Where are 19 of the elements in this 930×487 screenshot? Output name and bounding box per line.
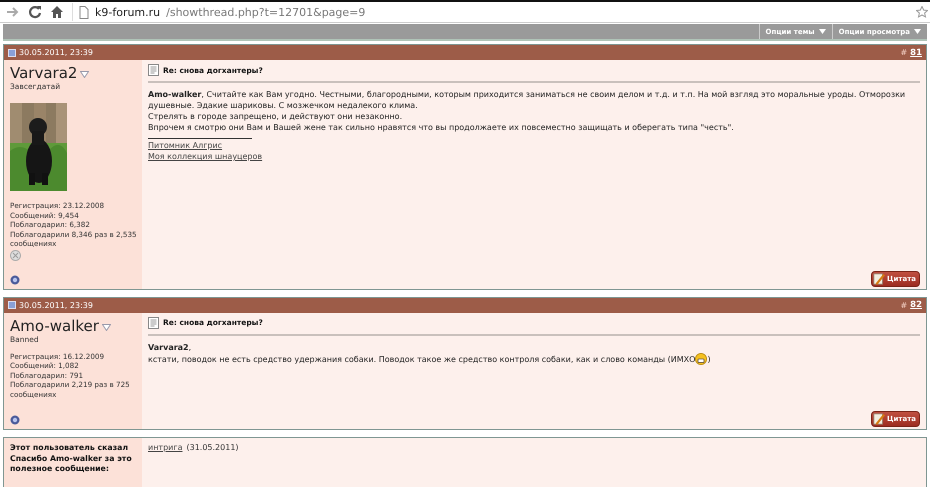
post-date: 30.05.2011, 23:39: [19, 300, 93, 310]
message-text: Стрелять в городе запрещено, и действуют они незаконно.: [148, 111, 404, 122]
username[interactable]: Amo-walker: [10, 316, 99, 334]
thank-date: (31.05.2011): [186, 443, 239, 452]
thanker-link[interactable]: интрига: [148, 443, 182, 452]
signature-link[interactable]: Моя коллекция шнауцеров: [148, 151, 262, 162]
post-number-link[interactable]: 81: [910, 48, 922, 58]
post-number-prefix: #: [900, 48, 908, 57]
message-text: кстати, поводок не есть средство удержания собаки. Поводок такое же средство контроля собаки, как и слово команды (ИМХО: [148, 354, 696, 364]
message-text: Amo-walker, Считайте как Вам угодно. Честными, благородными, которым приходится заниматься не своим делом и т.д. и т.п. На мой взгляд это моральные уроды. Отморозки душевные. Эдакие шариковы. С мозжечком недалекого клима.: [148, 89, 906, 111]
post-number-link[interactable]: 82: [910, 300, 922, 310]
username[interactable]: Varvara2: [10, 64, 78, 82]
message-text: Varvara2,: [148, 342, 192, 352]
signature-link[interactable]: Питомник Алгрис: [148, 140, 222, 151]
message-text: Впрочем я смотрю они Вам и Вашей жене так сильно нравятся что вы продолжаете их повсеместно защищать и оберегать типа "честь".: [148, 122, 735, 133]
message-text: ): [707, 354, 711, 364]
post-date: 30.05.2011, 23:39: [19, 48, 93, 57]
post-number-prefix: #: [900, 300, 908, 310]
address-bar[interactable]: k9-forum.ru /showthread.php?t=12701&page=9: [72, 3, 908, 21]
